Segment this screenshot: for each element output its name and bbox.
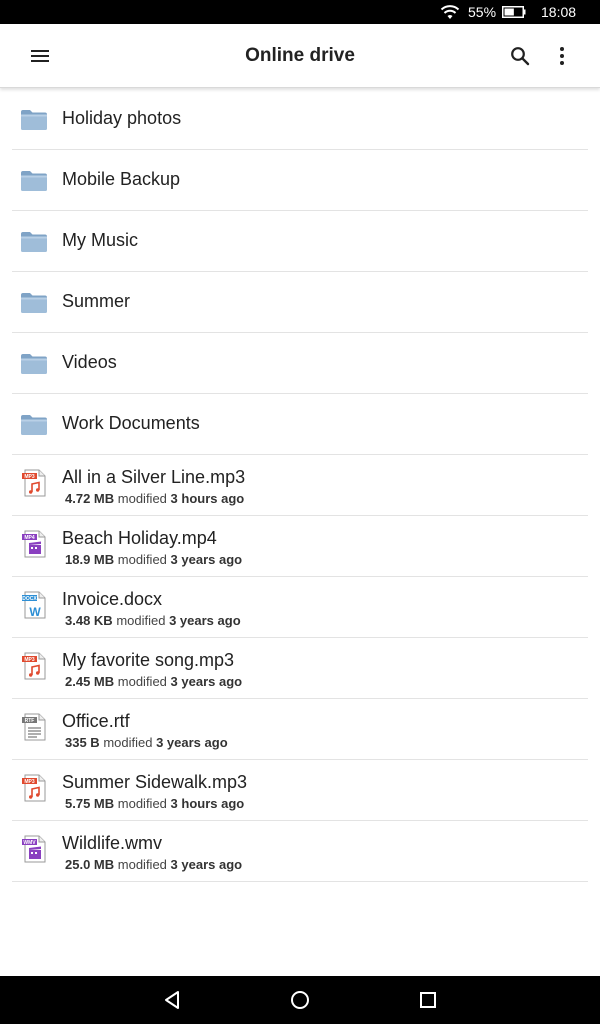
file-modified: 3 hours ago — [170, 796, 245, 811]
svg-text:MP3: MP3 — [24, 779, 35, 785]
folder-icon — [20, 106, 48, 134]
file-meta: 5.75 MB modified 3 hours ago — [65, 796, 244, 811]
file-row-all-in-a-silver-line-mp3[interactable]: MP3 All in a Silver Line.mp3 4.72 MB mod… — [12, 455, 588, 516]
file-row-summer-sidewalk-mp3[interactable]: MP3 Summer Sidewalk.mp3 5.75 MB modified… — [12, 760, 588, 821]
folder-row-work-documents[interactable]: Work Documents — [12, 394, 588, 455]
app-bar: Online drive — [0, 24, 600, 88]
svg-text:MP4: MP4 — [24, 535, 35, 541]
modified-label: modified — [117, 674, 167, 689]
svg-text:W: W — [29, 605, 41, 619]
wmv-file-icon: WMV — [20, 835, 48, 863]
more-options-button[interactable] — [542, 36, 582, 76]
modified-label: modified — [103, 735, 153, 750]
menu-icon — [31, 50, 49, 62]
file-size: 3.48 KB — [65, 613, 113, 628]
back-button[interactable] — [156, 984, 188, 1016]
rtf-file-icon: RTF — [20, 713, 48, 741]
file-name: My favorite song.mp3 — [62, 650, 235, 670]
file-name: Wildlife.wmv — [62, 833, 163, 853]
mp3-file-icon: MP3 — [20, 469, 48, 497]
folder-name: Work Documents — [62, 413, 200, 433]
modified-label: modified — [116, 613, 166, 628]
recents-button[interactable] — [412, 984, 444, 1016]
file-row-invoice-docx[interactable]: DOCX W Invoice.docx 3.48 KB modified 3 y… — [12, 577, 588, 638]
modified-label: modified — [117, 857, 167, 872]
folder-name: Mobile Backup — [62, 169, 181, 189]
folder-row-my-music[interactable]: My Music — [12, 211, 588, 272]
file-modified: 3 years ago — [169, 613, 241, 628]
file-size: 4.72 MB — [65, 491, 115, 506]
navigation-bar — [0, 976, 600, 1024]
file-row-my-favorite-song-mp3[interactable]: MP3 My favorite song.mp3 2.45 MB modifie… — [12, 638, 588, 699]
svg-text:MP3: MP3 — [24, 657, 35, 663]
file-meta: 2.45 MB modified 3 years ago — [65, 674, 242, 689]
file-size: 2.45 MB — [65, 674, 115, 689]
status-bar: 55% 18:08 — [0, 0, 600, 24]
file-modified: 3 years ago — [170, 857, 243, 872]
file-modified: 3 years ago — [170, 674, 243, 689]
file-meta: 3.48 KB modified 3 years ago — [65, 613, 241, 628]
mp3-file-icon: MP3 — [20, 774, 48, 802]
file-list: Holiday photos Mobile Backup My Music Su… — [12, 89, 588, 882]
search-button[interactable] — [500, 36, 540, 76]
svg-text:DOCX: DOCX — [22, 596, 37, 602]
home-circle-icon — [291, 991, 309, 1009]
modified-label: modified — [117, 796, 167, 811]
folder-row-summer[interactable]: Summer — [12, 272, 588, 333]
menu-button[interactable] — [20, 36, 60, 76]
status-clock: 18:08 — [541, 4, 577, 20]
file-name: Summer Sidewalk.mp3 — [62, 772, 248, 792]
file-meta: 335 B modified 3 years ago — [65, 735, 228, 750]
folder-name: My Music — [62, 230, 138, 250]
file-size: 18.9 MB — [65, 552, 115, 567]
search-icon — [511, 47, 530, 66]
folder-row-mobile-backup[interactable]: Mobile Backup — [12, 150, 588, 211]
folder-name: Holiday photos — [62, 108, 182, 128]
mp3-file-icon: MP3 — [20, 652, 48, 680]
modified-label: modified — [117, 491, 167, 506]
modified-label: modified — [117, 552, 167, 567]
file-row-beach-holiday-mp4[interactable]: MP4 Beach Holiday.mp4 18.9 MB modified 3… — [12, 516, 588, 577]
more-vert-icon — [560, 47, 564, 65]
file-row-office-rtf[interactable]: RTF Office.rtf 335 B modified 3 years ag… — [12, 699, 588, 760]
folder-icon — [20, 411, 48, 439]
file-name: Invoice.docx — [62, 589, 163, 609]
folder-row-videos[interactable]: Videos — [12, 333, 588, 394]
battery-icon — [502, 6, 526, 18]
battery-percent: 55% — [468, 4, 497, 20]
folder-icon — [20, 228, 48, 256]
wifi-icon — [440, 5, 460, 19]
svg-text:RTF: RTF — [25, 718, 35, 724]
file-modified: 3 years ago — [170, 552, 243, 567]
file-size: 335 B — [65, 735, 100, 750]
back-triangle-icon — [165, 991, 179, 1009]
file-modified: 3 hours ago — [170, 491, 245, 506]
file-name: Beach Holiday.mp4 — [62, 528, 217, 548]
file-size: 5.75 MB — [65, 796, 115, 811]
folder-row-holiday-photos[interactable]: Holiday photos — [12, 89, 588, 150]
file-name: Office.rtf — [62, 711, 130, 731]
file-size: 25.0 MB — [65, 857, 115, 872]
file-meta: 25.0 MB modified 3 years ago — [65, 857, 242, 872]
svg-text:WMV: WMV — [23, 840, 36, 846]
file-modified: 3 years ago — [156, 735, 228, 750]
mp4-file-icon: MP4 — [20, 530, 48, 558]
docx-file-icon: DOCX W — [20, 591, 48, 619]
svg-text:MP3: MP3 — [24, 474, 35, 480]
file-name: All in a Silver Line.mp3 — [62, 467, 246, 487]
folder-icon — [20, 350, 48, 378]
file-row-wildlife-wmv[interactable]: WMV Wildlife.wmv 25.0 MB modified 3 year… — [12, 821, 588, 882]
folder-name: Videos — [62, 352, 117, 372]
folder-icon — [20, 289, 48, 317]
home-button[interactable] — [284, 984, 316, 1016]
recents-square-icon — [420, 992, 436, 1008]
file-meta: 18.9 MB modified 3 years ago — [65, 552, 242, 567]
file-meta: 4.72 MB modified 3 hours ago — [65, 491, 244, 506]
folder-icon — [20, 167, 48, 195]
folder-name: Summer — [62, 291, 131, 311]
